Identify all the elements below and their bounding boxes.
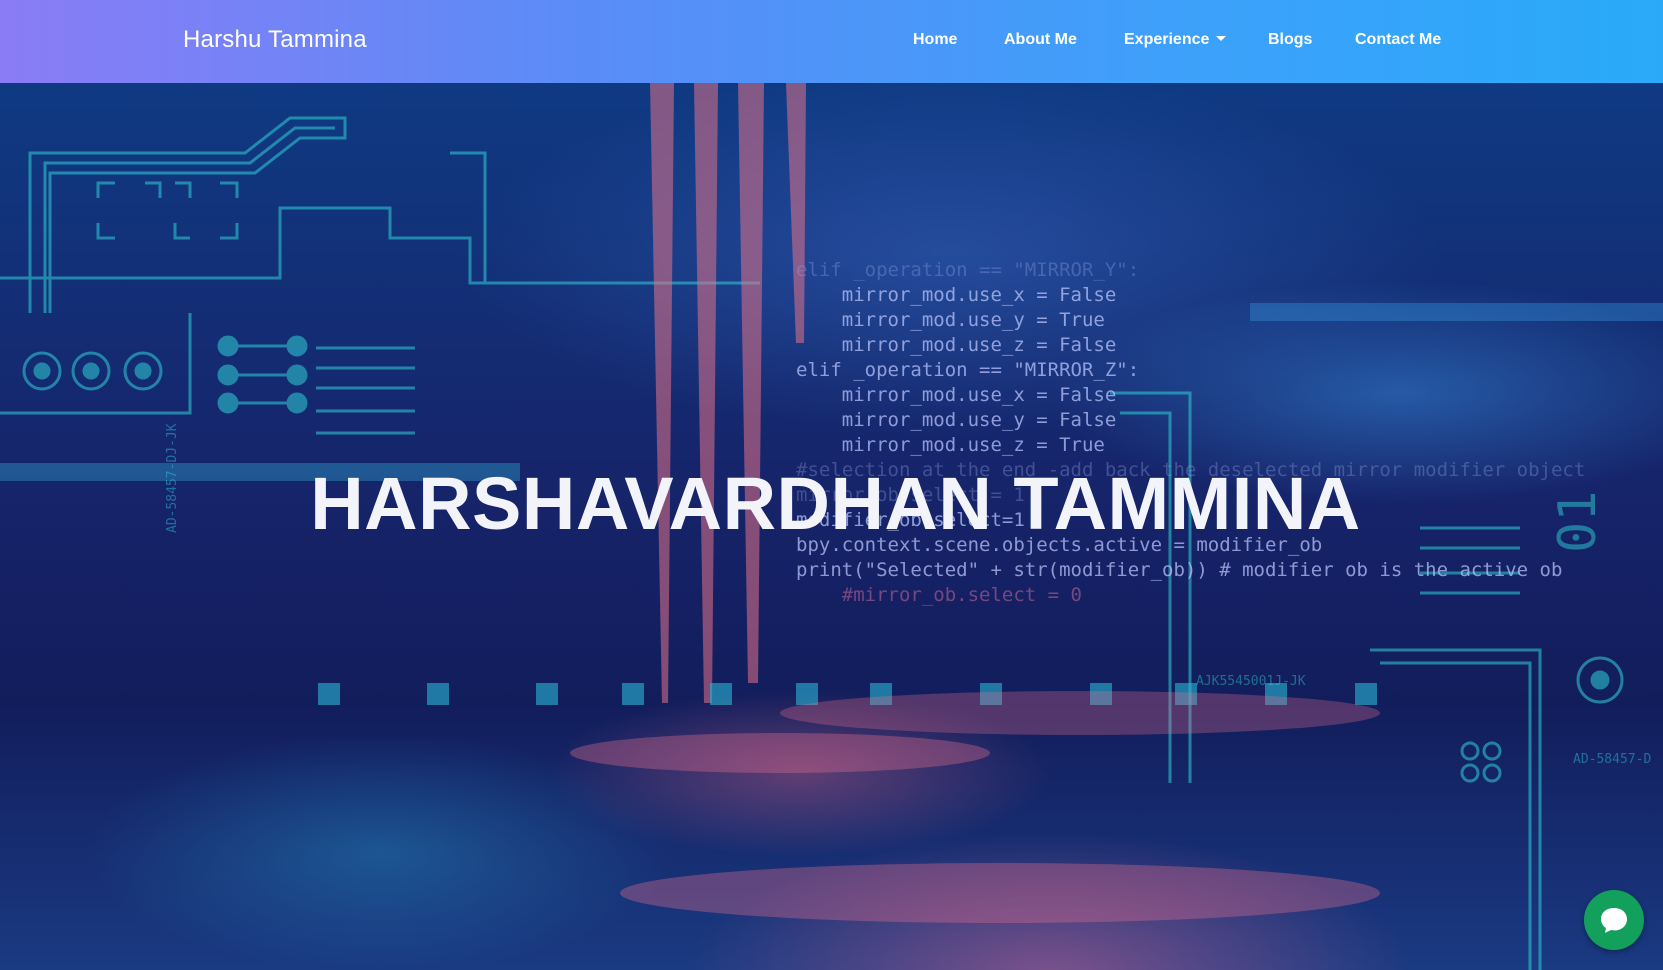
chat-bubble-icon xyxy=(1601,908,1627,933)
code-line: elif _operation == "MIRROR_Z": xyxy=(796,359,1140,381)
nav-link-experience[interactable]: Experience xyxy=(1124,31,1227,49)
chat-widget-button[interactable] xyxy=(1584,890,1644,950)
nav-link-contact-me[interactable]: Contact Me xyxy=(1355,31,1441,49)
code-line: mirror_mod.use_x = False xyxy=(796,384,1117,406)
nav-link-experience-label: Experience xyxy=(1124,31,1210,48)
nav-link-blogs[interactable]: Blogs xyxy=(1268,31,1312,49)
code-snippet-overlay: elif _operation == "MIRROR_Y": mirror_mo… xyxy=(796,233,1585,658)
code-line: mirror_mod.use_z = False xyxy=(796,334,1117,356)
code-line: mirror_mod.use_x = False xyxy=(796,284,1117,306)
hero-title: HARSHAVARDHAN TAMMINA xyxy=(310,462,1361,545)
code-line: #mirror_ob.select = 0 xyxy=(796,584,1082,606)
code-line: elif _operation == "MIRROR_Y": xyxy=(796,259,1140,281)
code-line: mirror_mod.use_y = False xyxy=(796,409,1117,431)
dropdown-caret-icon xyxy=(1216,36,1227,41)
nav-link-home[interactable]: Home xyxy=(913,31,957,49)
circuit-label-c: AD-58457-D xyxy=(1573,752,1651,767)
code-line: mirror_mod.use_y = True xyxy=(796,309,1105,331)
code-line: mirror_mod.use_z = True xyxy=(796,434,1105,456)
hero-section: 01 AD-58457-DJ-JK AJK5545001J-JK AD-5845… xyxy=(0,83,1663,970)
circuit-label-b: AJK5545001J-JK xyxy=(1196,674,1306,689)
code-line: print("Selected" + str(modifier_ob)) # m… xyxy=(796,559,1563,581)
brand-logo-link[interactable]: Harshu Tammina xyxy=(183,26,367,54)
nav-link-about-me[interactable]: About Me xyxy=(1004,31,1077,49)
navbar: Harshu Tammina Home About Me Experience … xyxy=(0,0,1663,83)
